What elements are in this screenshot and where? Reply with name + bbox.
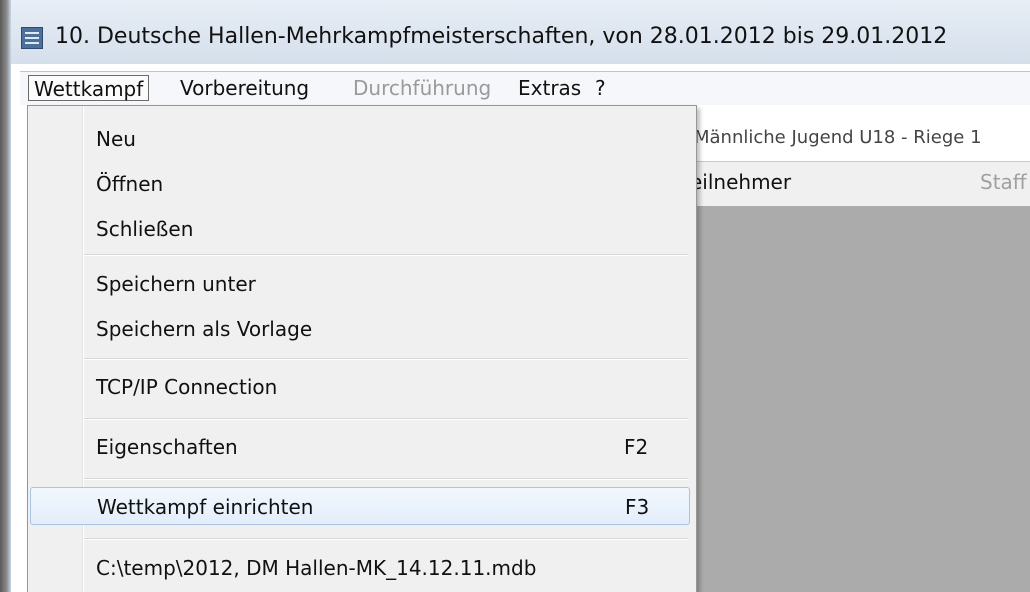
menu-bar: Wettkampf Vorbereitung Durchführung Extr…	[20, 71, 1030, 105]
menu-help[interactable]: ?	[590, 75, 611, 101]
menu-item-label: Wettkampf einrichten	[97, 495, 314, 519]
menu-item-tcpip-connection[interactable]: TCP/IP Connection	[30, 368, 690, 406]
tab-staffel[interactable]: Staff	[980, 170, 1027, 194]
menu-separator	[84, 538, 688, 540]
wettkampf-dropdown-menu: Neu Öffnen Schließen Speichern unter Spe…	[27, 105, 697, 592]
content-area	[690, 206, 1030, 592]
app-icon[interactable]	[21, 27, 43, 49]
menu-item-speichern-als-vorlage[interactable]: Speichern als Vorlage	[30, 310, 690, 348]
menu-extras[interactable]: Extras	[513, 75, 586, 101]
menu-durchfuehrung: Durchführung	[353, 76, 492, 100]
menu-item-label: Speichern unter	[96, 272, 256, 296]
window-left-edge	[0, 0, 11, 592]
riege-header: Männliche Jugend U18 - Riege 1	[690, 117, 1030, 162]
menu-item-label: Öffnen	[96, 172, 164, 196]
menu-item-wettkampf-einrichten[interactable]: Wettkampf einrichten F3	[30, 487, 690, 525]
menu-item-label: TCP/IP Connection	[96, 375, 278, 399]
menu-item-label: Eigenschaften	[96, 435, 238, 459]
riege-title: Männliche Jugend U18 - Riege 1	[694, 127, 982, 148]
menu-item-oeffnen[interactable]: Öffnen	[30, 165, 690, 203]
menu-wettkampf[interactable]: Wettkampf	[28, 75, 150, 101]
participant-tabs: eilnehmer Staff	[690, 162, 1030, 207]
menu-separator	[84, 254, 688, 256]
menu-item-label: Schließen	[96, 217, 194, 241]
shortcut-label: F3	[625, 495, 650, 519]
menu-item-neu[interactable]: Neu	[30, 120, 690, 158]
menu-separator	[84, 358, 688, 360]
menu-vorbereitung[interactable]: Vorbereitung	[175, 75, 314, 101]
menu-item-label: C:\temp\2012, DM Hallen-MK_14.12.11.mdb	[96, 556, 537, 580]
menu-item-label: Neu	[96, 127, 136, 151]
shortcut-label: F2	[624, 435, 649, 459]
menu-separator	[84, 478, 688, 480]
menu-item-speichern-unter[interactable]: Speichern unter	[30, 265, 690, 303]
menu-item-schliessen[interactable]: Schließen	[30, 210, 690, 248]
title-bar: 10. Deutsche Hallen-Mehrkampfmeisterscha…	[11, 0, 1030, 64]
tab-teilnehmer[interactable]: eilnehmer	[690, 170, 791, 194]
menu-item-eigenschaften[interactable]: Eigenschaften F2	[30, 428, 690, 466]
menu-item-recent-file[interactable]: C:\temp\2012, DM Hallen-MK_14.12.11.mdb	[30, 549, 690, 587]
menu-item-label: Speichern als Vorlage	[96, 317, 313, 341]
window-title: 10. Deutsche Hallen-Mehrkampfmeisterscha…	[55, 24, 948, 49]
menu-separator	[84, 418, 688, 420]
